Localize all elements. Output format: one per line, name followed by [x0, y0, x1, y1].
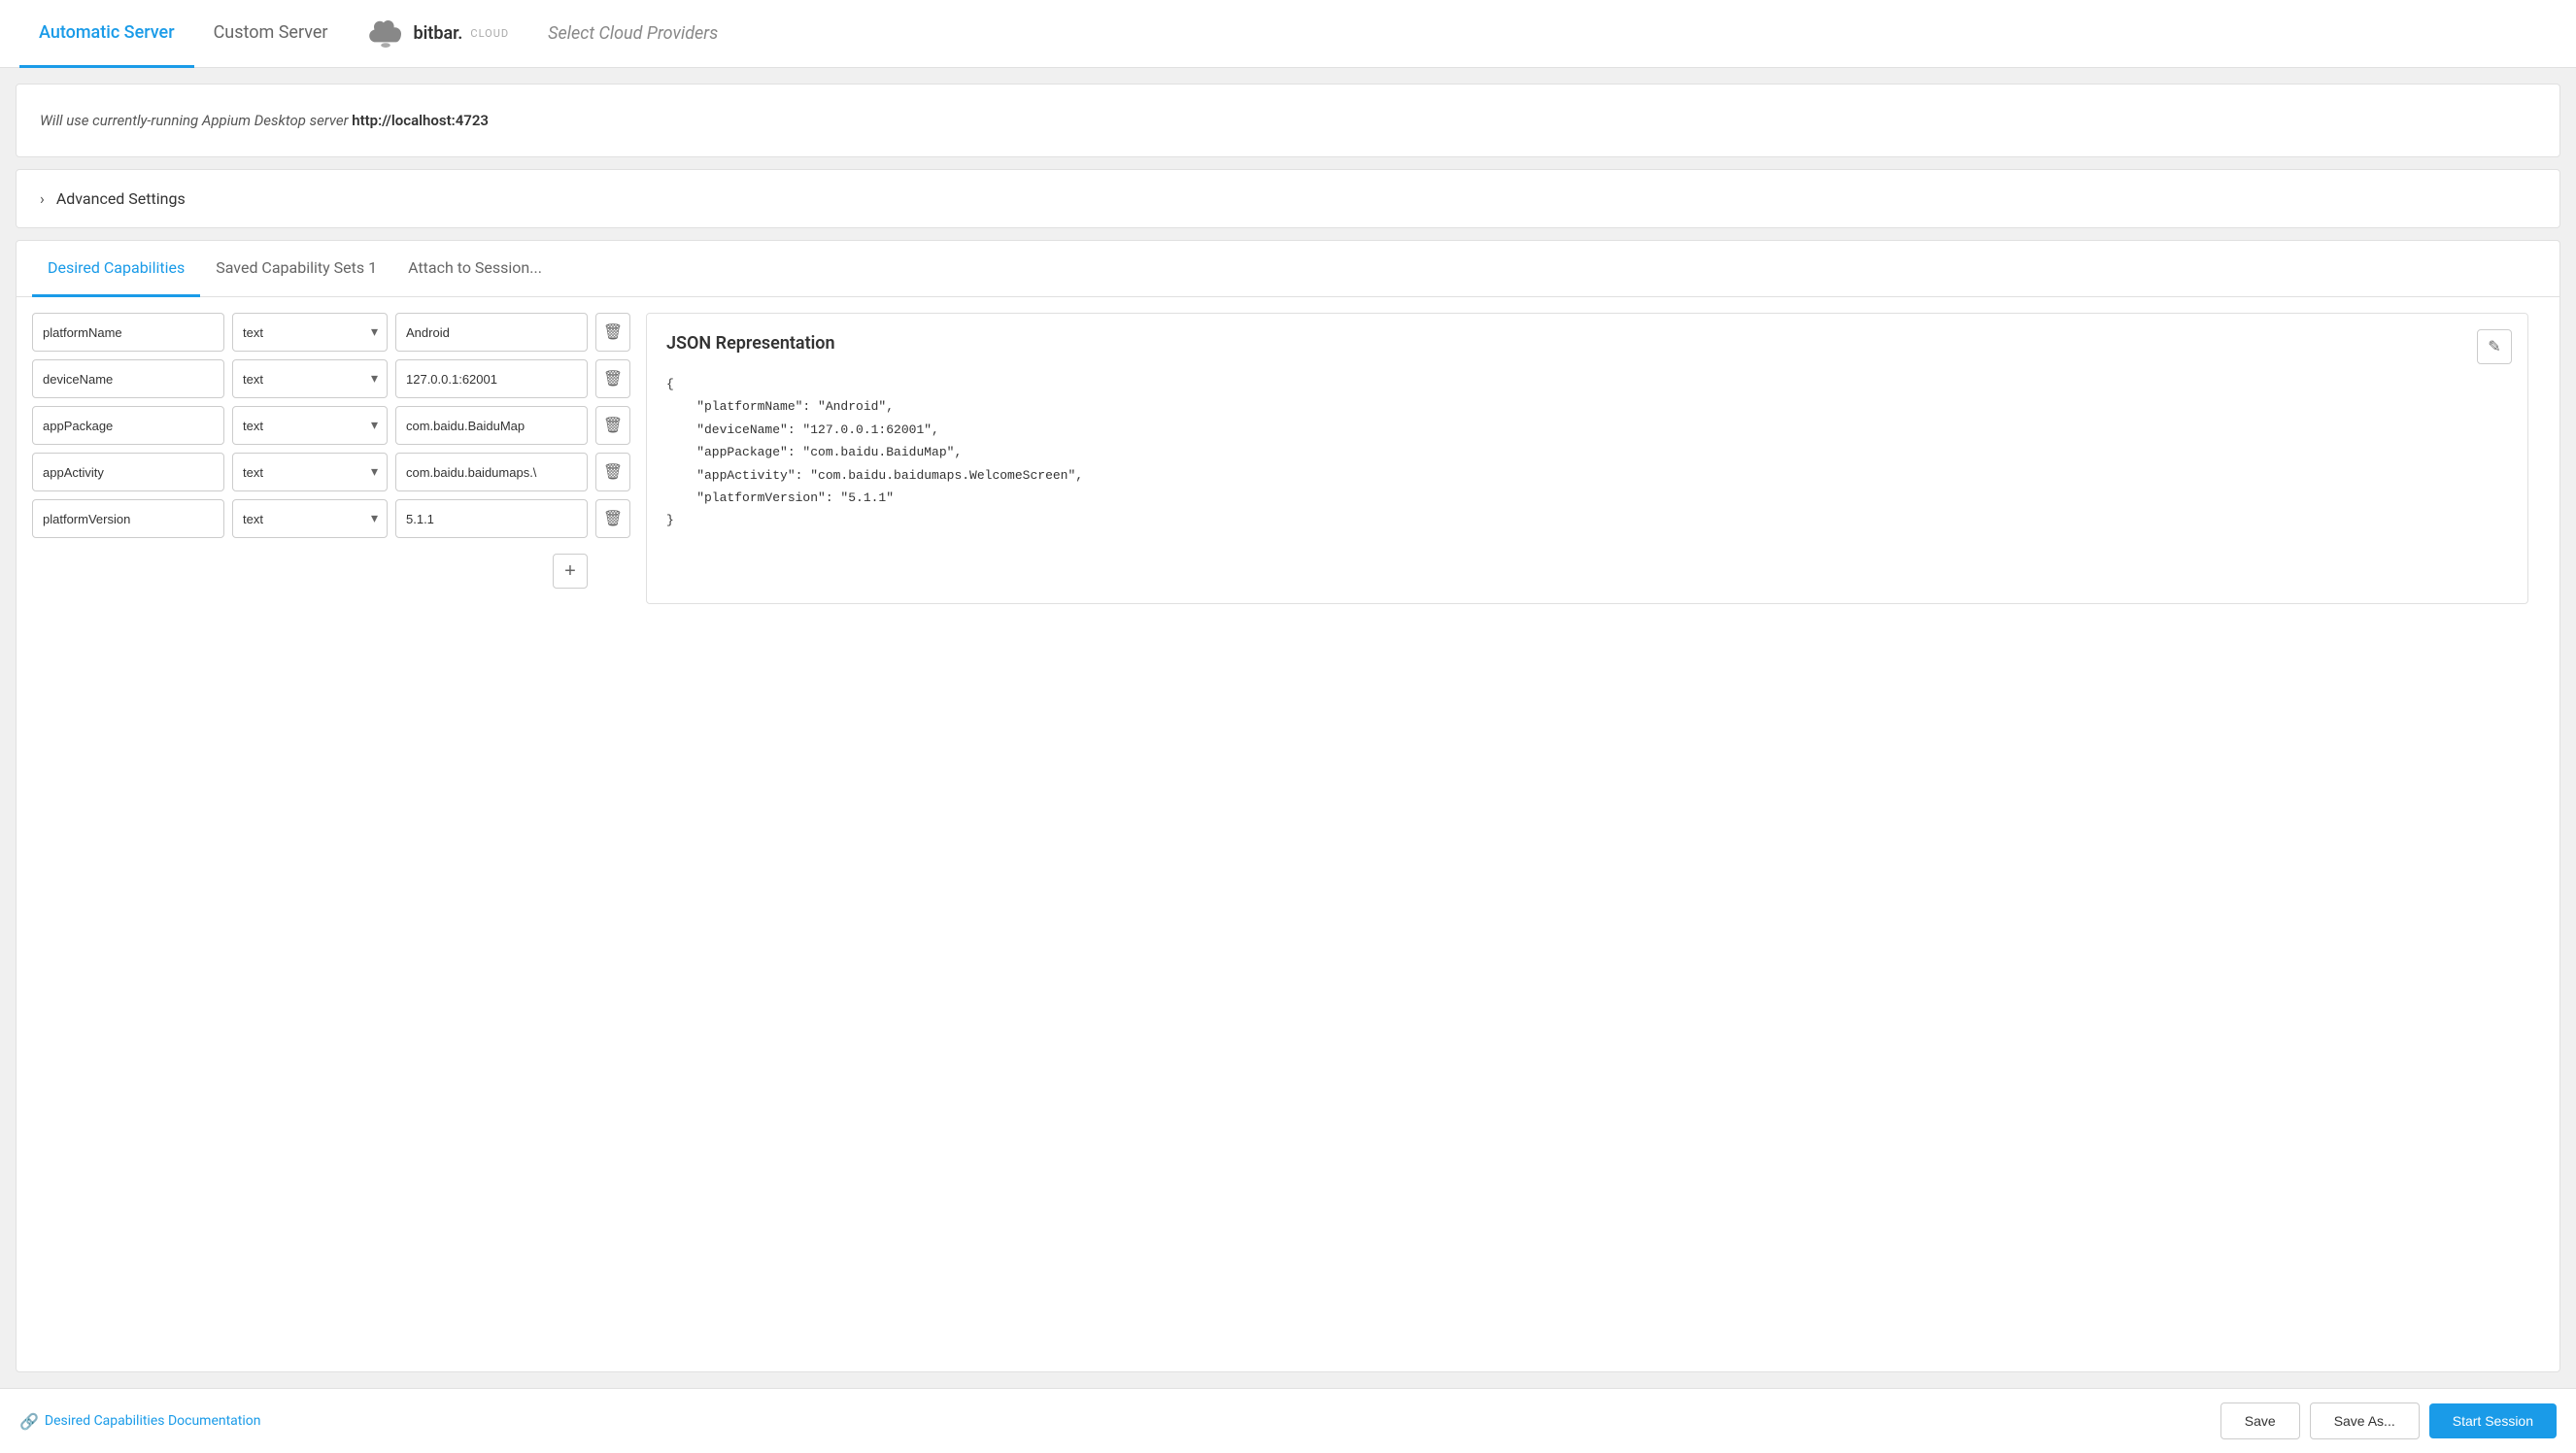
caps-content: text boolean number 🗑 text boolean: [17, 297, 2559, 620]
main-content: Will use currently-running Appium Deskto…: [0, 68, 2576, 1388]
cap-type-wrapper-platformversion: text boolean number: [232, 499, 388, 538]
capability-rows: text boolean number 🗑 text boolean: [32, 313, 630, 604]
cap-value-devicename[interactable]: [395, 359, 588, 398]
cap-type-wrapper-devicename: text boolean number: [232, 359, 388, 398]
delete-btn-devicename[interactable]: 🗑: [595, 359, 630, 398]
add-capability-button[interactable]: +: [553, 554, 588, 589]
cap-value-apppackage[interactable]: [395, 406, 588, 445]
delete-btn-apppackage[interactable]: 🗑: [595, 406, 630, 445]
cap-name-platformname[interactable]: [32, 313, 224, 352]
tab-bitbar[interactable]: bitbar. CLOUD: [347, 19, 528, 49]
cap-type-wrapper-apppackage: text boolean number: [232, 406, 388, 445]
sub-tabs: Desired Capabilities Saved Capability Se…: [17, 241, 2559, 297]
info-text-prefix: Will use currently-running Appium Deskto…: [40, 112, 352, 129]
tab-cloud-label: Select Cloud Providers: [548, 23, 718, 44]
json-panel-container: JSON Representation ✎ { "platformName": …: [630, 313, 2544, 604]
json-code-display: { "platformName": "Android", "deviceName…: [666, 373, 2508, 532]
cap-name-devicename[interactable]: [32, 359, 224, 398]
desired-caps-tab-label: Desired Capabilities: [48, 258, 185, 277]
cap-type-wrapper-platformname: text boolean number: [232, 313, 388, 352]
tab-desired-capabilities[interactable]: Desired Capabilities: [32, 241, 200, 297]
link-icon: 🔗: [19, 1412, 39, 1431]
json-panel: JSON Representation ✎ { "platformName": …: [646, 313, 2528, 604]
save-as-button-label: Save As...: [2334, 1413, 2395, 1429]
tab-cloud-providers[interactable]: Select Cloud Providers: [528, 23, 737, 44]
cap-type-select-platformversion[interactable]: text boolean number: [232, 499, 388, 538]
cap-type-select-devicename[interactable]: text boolean number: [232, 359, 388, 398]
top-nav: Automatic Server Custom Server bitbar. C…: [0, 0, 2576, 68]
add-row-container: +: [32, 550, 630, 589]
delete-btn-platformname[interactable]: 🗑: [595, 313, 630, 352]
server-info-box: Will use currently-running Appium Deskto…: [16, 84, 2560, 157]
cap-type-wrapper-appactivity: text boolean number: [232, 453, 388, 491]
cap-row-app-activity: text boolean number 🗑: [32, 453, 630, 491]
json-panel-title: JSON Representation: [666, 333, 2508, 354]
bitbar-cloud-text: CLOUD: [470, 27, 509, 40]
cap-type-select-appactivity[interactable]: text boolean number: [232, 453, 388, 491]
save-as-button[interactable]: Save As...: [2310, 1402, 2420, 1439]
cap-name-apppackage[interactable]: [32, 406, 224, 445]
info-url: http://localhost:4723: [352, 112, 489, 129]
tab-automatic-server[interactable]: Automatic Server: [19, 1, 194, 68]
tab-saved-capability-sets[interactable]: Saved Capability Sets 1: [200, 241, 392, 297]
json-edit-button[interactable]: ✎: [2477, 329, 2512, 364]
cap-value-platformversion[interactable]: [395, 499, 588, 538]
save-button-label: Save: [2245, 1413, 2276, 1429]
cap-type-select-platformname[interactable]: text boolean number: [232, 313, 388, 352]
cap-row-platform-version: text boolean number 🗑: [32, 499, 630, 538]
tab-bitbar-label: bitbar.: [413, 23, 462, 44]
capabilities-section: Desired Capabilities Saved Capability Se…: [16, 240, 2560, 1372]
cap-row-app-package: text boolean number 🗑: [32, 406, 630, 445]
docs-link-text: Desired Capabilities Documentation: [45, 1413, 261, 1429]
start-session-button[interactable]: Start Session: [2429, 1403, 2557, 1438]
delete-btn-platformversion[interactable]: 🗑: [595, 499, 630, 538]
saved-caps-tab-label: Saved Capability Sets 1: [216, 258, 377, 277]
cap-type-select-apppackage[interactable]: text boolean number: [232, 406, 388, 445]
advanced-settings-panel[interactable]: › Advanced Settings: [16, 169, 2560, 228]
footer-buttons: Save Save As... Start Session: [2220, 1402, 2557, 1439]
cap-row-device-name: text boolean number 🗑: [32, 359, 630, 398]
bitbar-cloud-icon: [366, 19, 405, 49]
cap-value-platformname[interactable]: [395, 313, 588, 352]
footer: 🔗 Desired Capabilities Documentation Sav…: [0, 1388, 2576, 1453]
tab-attach-session[interactable]: Attach to Session...: [392, 241, 558, 297]
cap-value-appactivity[interactable]: [395, 453, 588, 491]
start-session-button-label: Start Session: [2453, 1413, 2533, 1429]
cap-name-platformversion[interactable]: [32, 499, 224, 538]
docs-link[interactable]: 🔗 Desired Capabilities Documentation: [19, 1412, 261, 1431]
tab-custom-server[interactable]: Custom Server: [194, 1, 348, 68]
tab-custom-label: Custom Server: [214, 22, 328, 43]
chevron-right-icon: ›: [40, 189, 45, 208]
advanced-settings-label: Advanced Settings: [56, 189, 186, 208]
save-button[interactable]: Save: [2220, 1402, 2300, 1439]
delete-btn-appactivity[interactable]: 🗑: [595, 453, 630, 491]
cap-row-platform-name: text boolean number 🗑: [32, 313, 630, 352]
cap-name-appactivity[interactable]: [32, 453, 224, 491]
attach-session-tab-label: Attach to Session...: [408, 258, 542, 277]
tab-automatic-label: Automatic Server: [39, 22, 175, 43]
